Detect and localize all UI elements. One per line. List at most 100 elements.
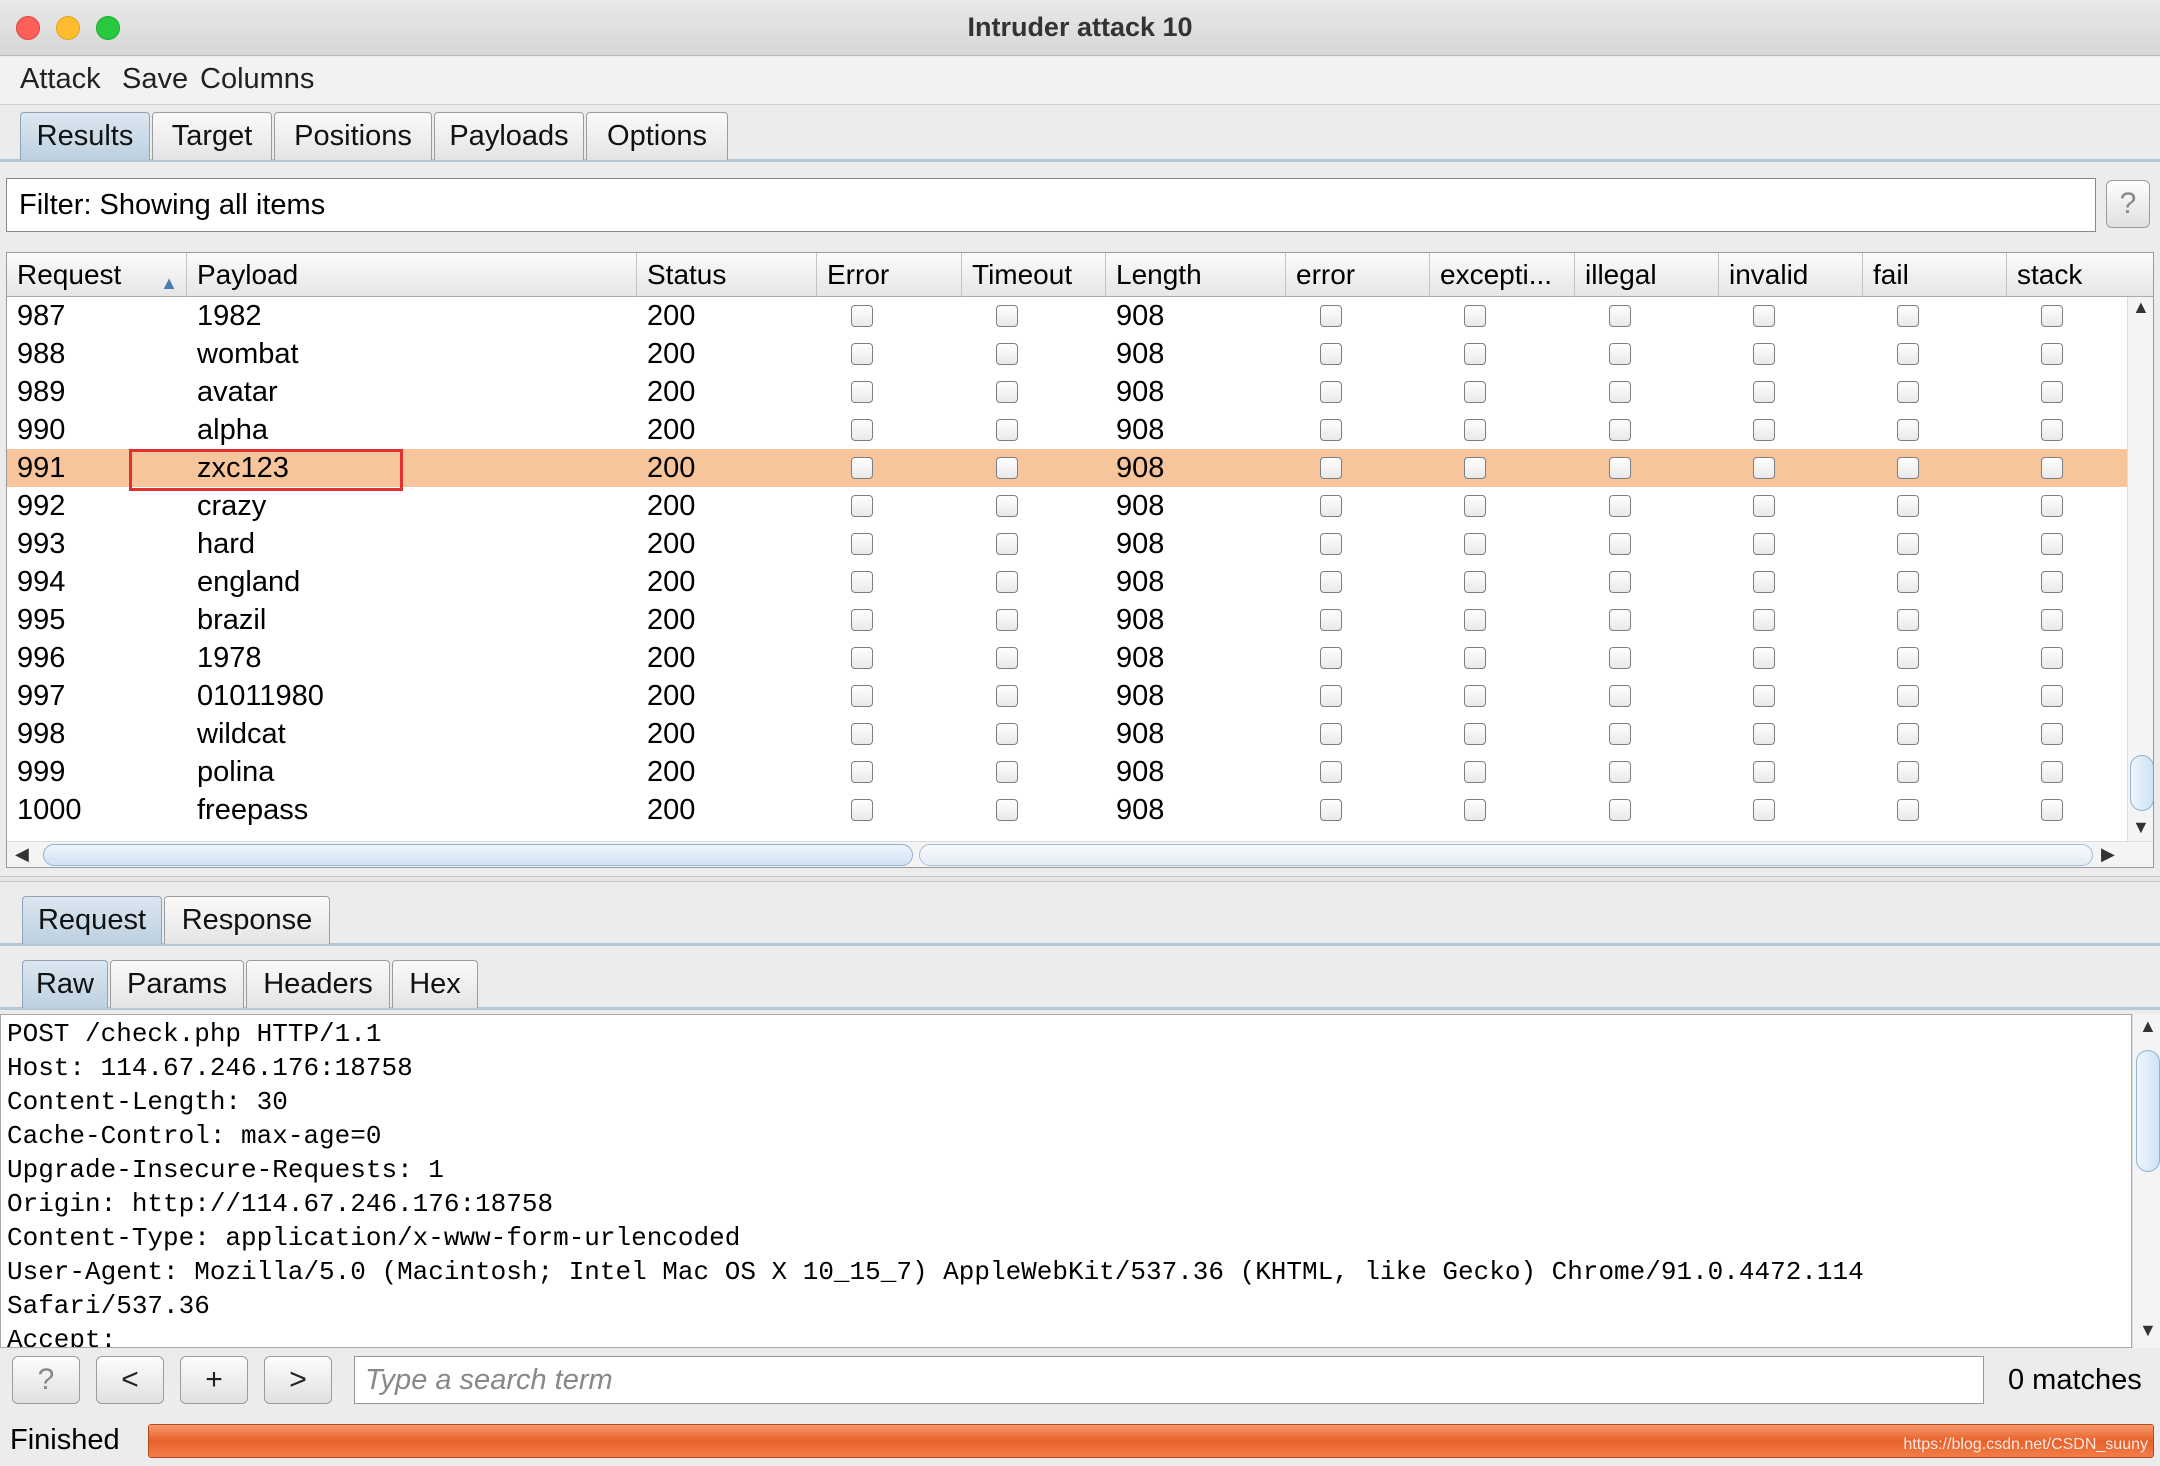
column-header-status[interactable]: Status — [637, 253, 817, 297]
tab-request[interactable]: Request — [22, 896, 162, 944]
table-row[interactable]: 996 1978 200 908 — [7, 639, 2127, 677]
result-checkbox[interactable] — [1609, 495, 1631, 517]
result-checkbox[interactable] — [1320, 799, 1342, 821]
result-checkbox[interactable] — [2041, 305, 2063, 327]
result-checkbox[interactable] — [1464, 381, 1486, 403]
search-previous-button[interactable]: < — [96, 1356, 164, 1404]
result-checkbox[interactable] — [851, 457, 873, 479]
result-checkbox[interactable] — [1320, 495, 1342, 517]
result-checkbox[interactable] — [1897, 457, 1919, 479]
result-checkbox[interactable] — [1897, 381, 1919, 403]
result-checkbox[interactable] — [1753, 761, 1775, 783]
tab-raw[interactable]: Raw — [22, 960, 108, 1008]
result-checkbox[interactable] — [1464, 799, 1486, 821]
scroll-up-arrow-icon[interactable]: ▲ — [2132, 297, 2150, 318]
table-vertical-scroll-thumb[interactable] — [2130, 755, 2153, 811]
result-checkbox[interactable] — [1753, 685, 1775, 707]
table-row[interactable]: 990 alpha 200 908 — [7, 411, 2127, 449]
result-checkbox[interactable] — [2041, 723, 2063, 745]
pane-splitter[interactable] — [0, 876, 2160, 882]
result-checkbox[interactable] — [996, 685, 1018, 707]
scroll-down-arrow-icon[interactable]: ▼ — [2132, 817, 2150, 838]
editor-scroll-thumb[interactable] — [2136, 1050, 2160, 1172]
table-row[interactable]: 991 zxc123 200 908 — [7, 449, 2127, 491]
tab-headers[interactable]: Headers — [246, 960, 390, 1008]
result-checkbox[interactable] — [1320, 685, 1342, 707]
result-checkbox[interactable] — [1609, 799, 1631, 821]
result-checkbox[interactable] — [996, 533, 1018, 555]
result-checkbox[interactable] — [1753, 457, 1775, 479]
result-checkbox[interactable] — [1464, 723, 1486, 745]
result-checkbox[interactable] — [1609, 609, 1631, 631]
result-checkbox[interactable] — [1753, 381, 1775, 403]
result-checkbox[interactable] — [1320, 647, 1342, 669]
result-checkbox[interactable] — [1609, 761, 1631, 783]
filter-help-button[interactable]: ? — [2106, 180, 2150, 228]
table-row[interactable]: 989 avatar 200 908 — [7, 373, 2127, 411]
tab-positions[interactable]: Positions — [274, 112, 432, 160]
table-row[interactable]: 997 01011980 200 908 — [7, 677, 2127, 715]
search-input[interactable] — [354, 1356, 1984, 1404]
result-checkbox[interactable] — [1897, 761, 1919, 783]
result-checkbox[interactable] — [851, 799, 873, 821]
result-checkbox[interactable] — [1609, 685, 1631, 707]
column-header-stack[interactable]: stack — [2007, 253, 2153, 297]
result-checkbox[interactable] — [1897, 799, 1919, 821]
table-row[interactable]: 999 polina 200 908 — [7, 753, 2127, 791]
result-checkbox[interactable] — [1320, 343, 1342, 365]
result-checkbox[interactable] — [1464, 305, 1486, 327]
table-row[interactable]: 993 hard 200 908 — [7, 525, 2127, 563]
raw-request-editor[interactable]: POST /check.php HTTP/1.1 Host: 114.67.246… — [0, 1014, 2132, 1348]
result-checkbox[interactable] — [1753, 609, 1775, 631]
table-horizontal-scroll-thumb[interactable] — [43, 844, 913, 866]
result-checkbox[interactable] — [851, 761, 873, 783]
editor-scroll-up-arrow-icon[interactable]: ▲ — [2139, 1016, 2157, 1037]
result-checkbox[interactable] — [1753, 571, 1775, 593]
column-header-length[interactable]: Length — [1106, 253, 1286, 297]
result-checkbox[interactable] — [1609, 571, 1631, 593]
column-header-illegal[interactable]: illegal — [1575, 253, 1719, 297]
tab-params[interactable]: Params — [110, 960, 244, 1008]
result-checkbox[interactable] — [2041, 571, 2063, 593]
result-checkbox[interactable] — [996, 343, 1018, 365]
result-checkbox[interactable] — [2041, 533, 2063, 555]
column-header-exception[interactable]: excepti... — [1430, 253, 1575, 297]
tab-payloads[interactable]: Payloads — [434, 112, 584, 160]
editor-scroll-down-arrow-icon[interactable]: ▼ — [2139, 1320, 2157, 1341]
tab-results[interactable]: Results — [20, 112, 150, 160]
result-checkbox[interactable] — [1897, 495, 1919, 517]
table-row[interactable]: 1000 freepass 200 908 — [7, 791, 2127, 829]
result-checkbox[interactable] — [996, 305, 1018, 327]
column-header-payload[interactable]: Payload — [187, 253, 637, 297]
search-add-button[interactable]: + — [180, 1356, 248, 1404]
result-checkbox[interactable] — [1464, 647, 1486, 669]
result-checkbox[interactable] — [2041, 761, 2063, 783]
result-checkbox[interactable] — [1897, 723, 1919, 745]
table-row[interactable]: 992 crazy 200 908 — [7, 487, 2127, 525]
column-header-error[interactable]: Error — [817, 253, 962, 297]
result-checkbox[interactable] — [1609, 381, 1631, 403]
result-checkbox[interactable] — [1609, 723, 1631, 745]
result-checkbox[interactable] — [1320, 457, 1342, 479]
result-checkbox[interactable] — [851, 495, 873, 517]
result-checkbox[interactable] — [1464, 495, 1486, 517]
result-checkbox[interactable] — [1897, 609, 1919, 631]
result-checkbox[interactable] — [1897, 533, 1919, 555]
result-checkbox[interactable] — [996, 419, 1018, 441]
search-next-button[interactable]: > — [264, 1356, 332, 1404]
table-row[interactable]: 995 brazil 200 908 — [7, 601, 2127, 639]
result-checkbox[interactable] — [1609, 419, 1631, 441]
column-header-error-grep[interactable]: error — [1286, 253, 1430, 297]
tab-hex[interactable]: Hex — [392, 960, 478, 1008]
column-header-invalid[interactable]: invalid — [1719, 253, 1863, 297]
scroll-right-arrow-icon[interactable]: ▶ — [2101, 844, 2115, 865]
result-checkbox[interactable] — [1753, 723, 1775, 745]
result-checkbox[interactable] — [2041, 609, 2063, 631]
result-checkbox[interactable] — [996, 647, 1018, 669]
table-vertical-scrollbar[interactable]: ▲ ▼ — [2127, 297, 2153, 841]
search-help-button[interactable]: ? — [12, 1356, 80, 1404]
result-checkbox[interactable] — [1464, 609, 1486, 631]
result-checkbox[interactable] — [851, 381, 873, 403]
result-checkbox[interactable] — [1897, 685, 1919, 707]
result-checkbox[interactable] — [996, 495, 1018, 517]
